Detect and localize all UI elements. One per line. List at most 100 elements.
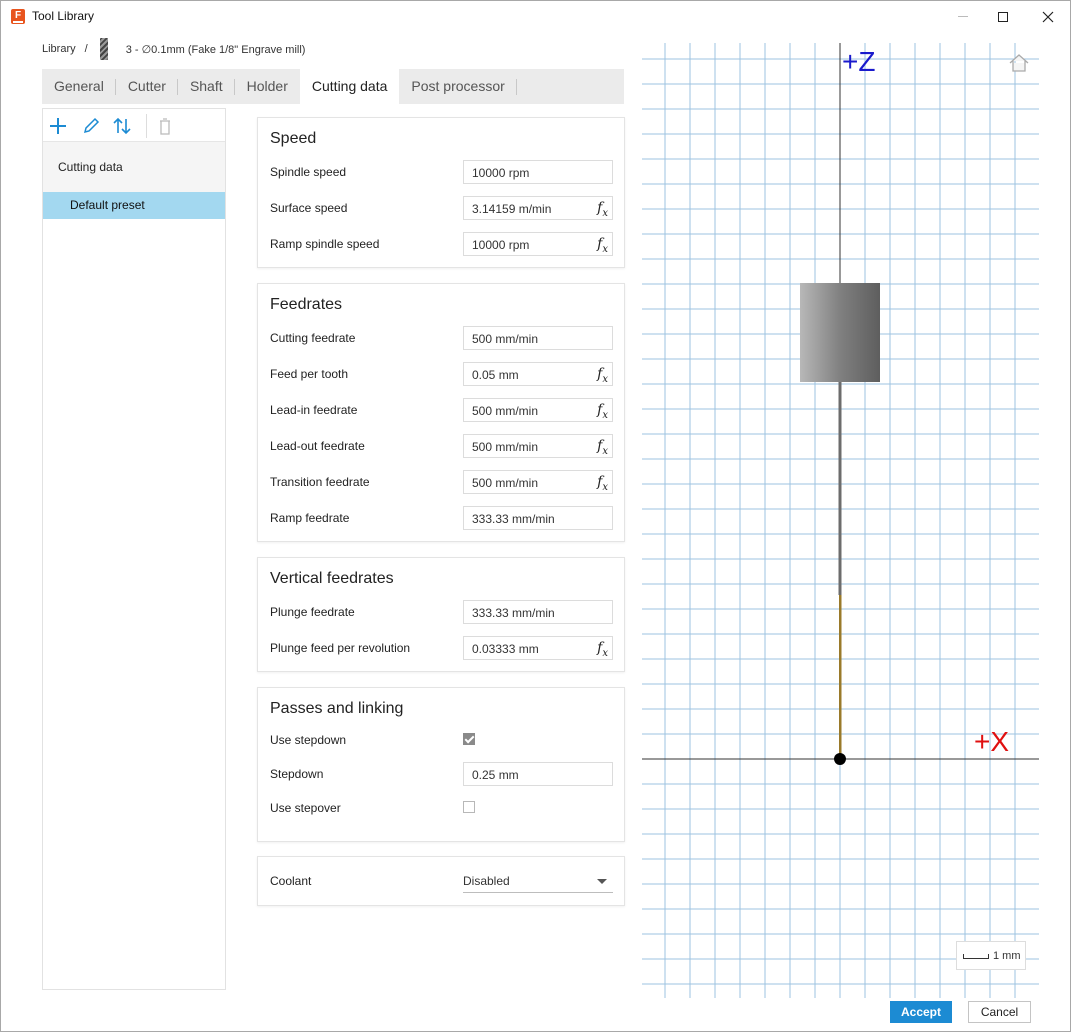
use-stepdown-row: Use stepdown [270,728,612,752]
ramp-feedrate-row: Ramp feedrate 333.33 mm/min [270,506,613,530]
x-axis-label: +X [974,726,1009,757]
edit-icon[interactable] [81,116,101,136]
tool-flute-shape [839,595,842,759]
transition-feedrate-input[interactable]: 500 mm/min fx [463,470,613,494]
delete-icon[interactable] [155,116,175,136]
scale-bar-icon [963,954,989,959]
feed-per-tooth-value: 0.05 mm [472,368,519,382]
tab-cutting-data[interactable]: Cutting data [299,69,400,104]
surface-speed-label: Surface speed [270,201,348,215]
transition-feedrate-value: 500 mm/min [472,476,539,490]
surface-speed-value: 3.14159 m/min [472,202,552,216]
breadcrumb-library-link[interactable]: Library [42,43,76,55]
cancel-button[interactable]: Cancel [968,1001,1031,1023]
ramp-feedrate-value: 333.33 mm/min [472,512,555,526]
scale-label: 1 mm [993,950,1021,962]
formula-fx-icon[interactable]: fx [597,200,608,219]
coolant-dropdown[interactable]: Disabled [463,869,613,893]
formula-fx-icon[interactable]: fx [597,438,608,457]
coolant-row: Coolant Disabled [270,869,613,893]
toolbar-divider [146,114,147,138]
home-icon[interactable] [1008,53,1030,73]
use-stepdown-label: Use stepdown [270,733,347,747]
surface-speed-row: Surface speed 3.14159 m/min fx [270,196,613,220]
window-title: Tool Library [32,9,95,23]
preset-item-default[interactable]: Default preset [43,192,225,219]
cutting-data-section-label: Cutting data [43,142,225,192]
speed-card: Speed Spindle speed 10000 rpm Surface sp… [257,117,625,268]
lead-in-feedrate-row: Lead-in feedrate 500 mm/min fx [270,398,613,422]
feed-per-tooth-label: Feed per tooth [270,367,349,381]
breadcrumb-tool-name: 3 - ∅0.1mm (Fake 1/8" Engrave mill) [125,43,306,56]
breadcrumb: Library / 3 - ∅0.1mm (Fake 1/8" Engrave … [42,38,306,60]
ramp-feedrate-input[interactable]: 333.33 mm/min [463,506,613,530]
speed-heading: Speed [270,130,317,147]
lead-in-feedrate-value: 500 mm/min [472,404,539,418]
tab-cutter[interactable]: Cutter [116,69,179,104]
cutting-feedrate-input[interactable]: 500 mm/min [463,326,613,350]
use-stepover-label: Use stepover [270,801,341,815]
feed-per-tooth-input[interactable]: 0.05 mm fx [463,362,613,386]
use-stepdown-checkbox[interactable] [463,733,475,745]
coolant-label: Coolant [270,874,312,888]
tool-preview-viewport[interactable]: +Z +X [642,43,1039,998]
tab-post-processor[interactable]: Post processor [399,69,518,104]
formula-fx-icon[interactable]: fx [597,366,608,385]
transition-feedrate-label: Transition feedrate [270,475,370,489]
scale-indicator: 1 mm [956,941,1026,970]
tab-general[interactable]: General [42,69,116,104]
coolant-value: Disabled [463,874,510,888]
formula-fx-icon[interactable]: fx [597,236,608,255]
surface-speed-input[interactable]: 3.14159 m/min fx [463,196,613,220]
transition-feedrate-row: Transition feedrate 500 mm/min fx [270,470,613,494]
stepdown-row: Stepdown 0.25 mm [270,762,613,786]
passes-linking-card: Passes and linking Use stepdown Stepdown… [257,687,625,842]
chevron-down-icon [597,879,607,884]
stepdown-label: Stepdown [270,767,324,781]
app-logo-icon: F [11,9,25,24]
tab-shaft[interactable]: Shaft [178,69,235,104]
preset-toolbar [43,109,225,142]
endmill-thumbnail-icon [99,38,108,60]
formula-fx-icon[interactable]: fx [597,474,608,493]
tab-bar: General Cutter Shaft Holder Cutting data… [42,69,624,104]
formula-fx-icon[interactable]: fx [597,402,608,421]
formula-fx-icon[interactable]: fx [597,640,608,659]
preview-grid: +Z +X [642,43,1039,998]
plunge-feedrate-input[interactable]: 333.33 mm/min [463,600,613,624]
feed-per-tooth-row: Feed per tooth 0.05 mm fx [270,362,613,386]
plunge-feedrate-label: Plunge feedrate [270,605,355,619]
ramp-spindle-speed-value: 10000 rpm [472,238,530,252]
z-axis-label: +Z [842,46,875,77]
close-button[interactable] [1025,1,1071,32]
lead-out-feedrate-row: Lead-out feedrate 500 mm/min fx [270,434,613,458]
tool-holder-shape [800,283,880,382]
ramp-spindle-speed-label: Ramp spindle speed [270,237,380,251]
tool-origin-point [834,753,846,765]
preset-panel: Cutting data Default preset [42,108,226,990]
ramp-spindle-speed-row: Ramp spindle speed 10000 rpm fx [270,232,613,256]
plunge-feedrate-row: Plunge feedrate 333.33 mm/min [270,600,613,624]
spindle-speed-row: Spindle speed 10000 rpm [270,160,613,184]
plunge-feed-per-revolution-input[interactable]: 0.03333 mm fx [463,636,613,660]
tool-shaft-shape [838,382,842,595]
plunge-feed-per-revolution-row: Plunge feed per revolution 0.03333 mm fx [270,636,613,660]
accept-button[interactable]: Accept [890,1001,952,1023]
tab-holder[interactable]: Holder [235,69,300,104]
lead-out-feedrate-input[interactable]: 500 mm/min fx [463,434,613,458]
lead-out-feedrate-label: Lead-out feedrate [270,439,365,453]
lead-in-feedrate-input[interactable]: 500 mm/min fx [463,398,613,422]
plunge-feedrate-value: 333.33 mm/min [472,606,555,620]
maximize-button[interactable] [980,1,1026,32]
stepdown-value: 0.25 mm [472,768,519,782]
spindle-speed-label: Spindle speed [270,165,347,179]
stepdown-input[interactable]: 0.25 mm [463,762,613,786]
spindle-speed-input[interactable]: 10000 rpm [463,160,613,184]
add-icon[interactable] [48,116,68,136]
sort-icon[interactable] [112,116,132,136]
ramp-spindle-speed-input[interactable]: 10000 rpm fx [463,232,613,256]
ramp-feedrate-label: Ramp feedrate [270,511,350,525]
use-stepover-checkbox[interactable] [463,801,475,813]
cutting-feedrate-value: 500 mm/min [472,332,539,346]
tool-library-window: F Tool Library Library / 3 - ∅0.1mm (Fak… [0,0,1071,1032]
